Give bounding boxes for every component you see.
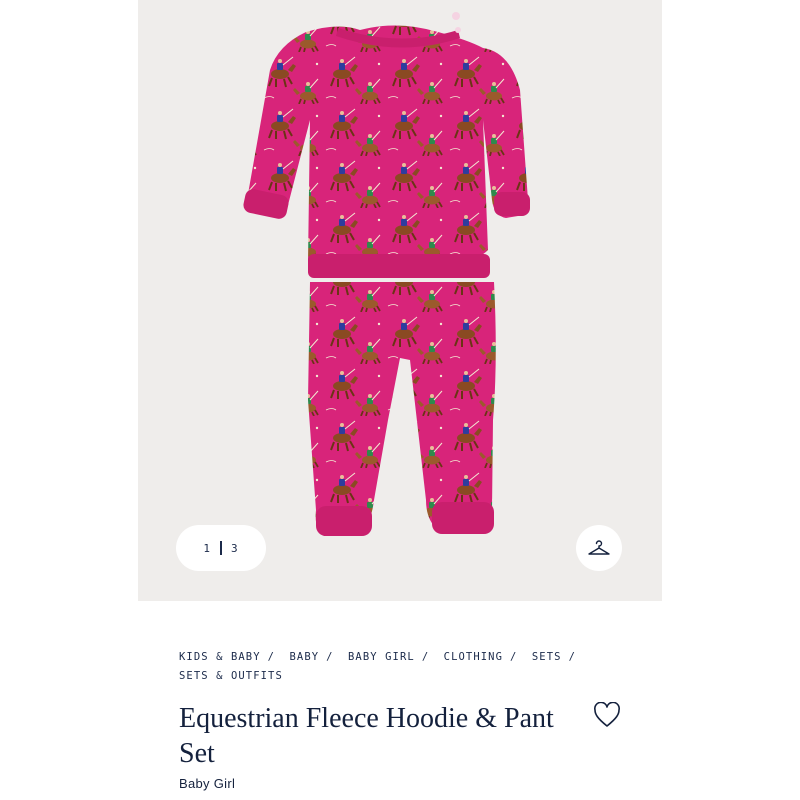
product-title: Equestrian Fleece Hoodie & Pant Set — [179, 703, 554, 769]
breadcrumb: KIDS & BABY / BABY / BABY GIRL / CLOTHING / … — [179, 648, 619, 686]
pager-divider — [220, 541, 222, 555]
breadcrumb-baby[interactable]: BABY — [289, 651, 319, 663]
total-images-number: 3 — [231, 541, 239, 555]
product-image-gallery[interactable]: 1 3 — [138, 0, 662, 601]
breadcrumb-separator: / — [267, 651, 276, 663]
current-image-number: 1 — [203, 541, 211, 555]
product-subtitle: Baby Girl — [179, 776, 236, 791]
heart-icon — [594, 702, 620, 727]
breadcrumb-separator: / — [510, 651, 518, 663]
product-image — [138, 0, 662, 601]
hanger-icon — [588, 540, 610, 555]
breadcrumb-sets[interactable]: SETS — [532, 651, 562, 663]
breadcrumb-sets-outfits[interactable]: SETS & OUTFITS — [179, 670, 283, 682]
breadcrumb-separator: / — [421, 651, 430, 663]
wishlist-button[interactable] — [592, 701, 622, 729]
breadcrumb-kids-baby[interactable]: KIDS & BABY — [179, 651, 261, 663]
breadcrumb-separator: / — [568, 651, 576, 663]
breadcrumb-separator: / — [326, 651, 334, 663]
hanger-button[interactable] — [576, 525, 622, 571]
breadcrumb-baby-girl[interactable]: BABY GIRL — [348, 651, 415, 663]
image-pager[interactable]: 1 3 — [176, 525, 266, 571]
breadcrumb-clothing[interactable]: CLOTHING — [444, 651, 503, 663]
